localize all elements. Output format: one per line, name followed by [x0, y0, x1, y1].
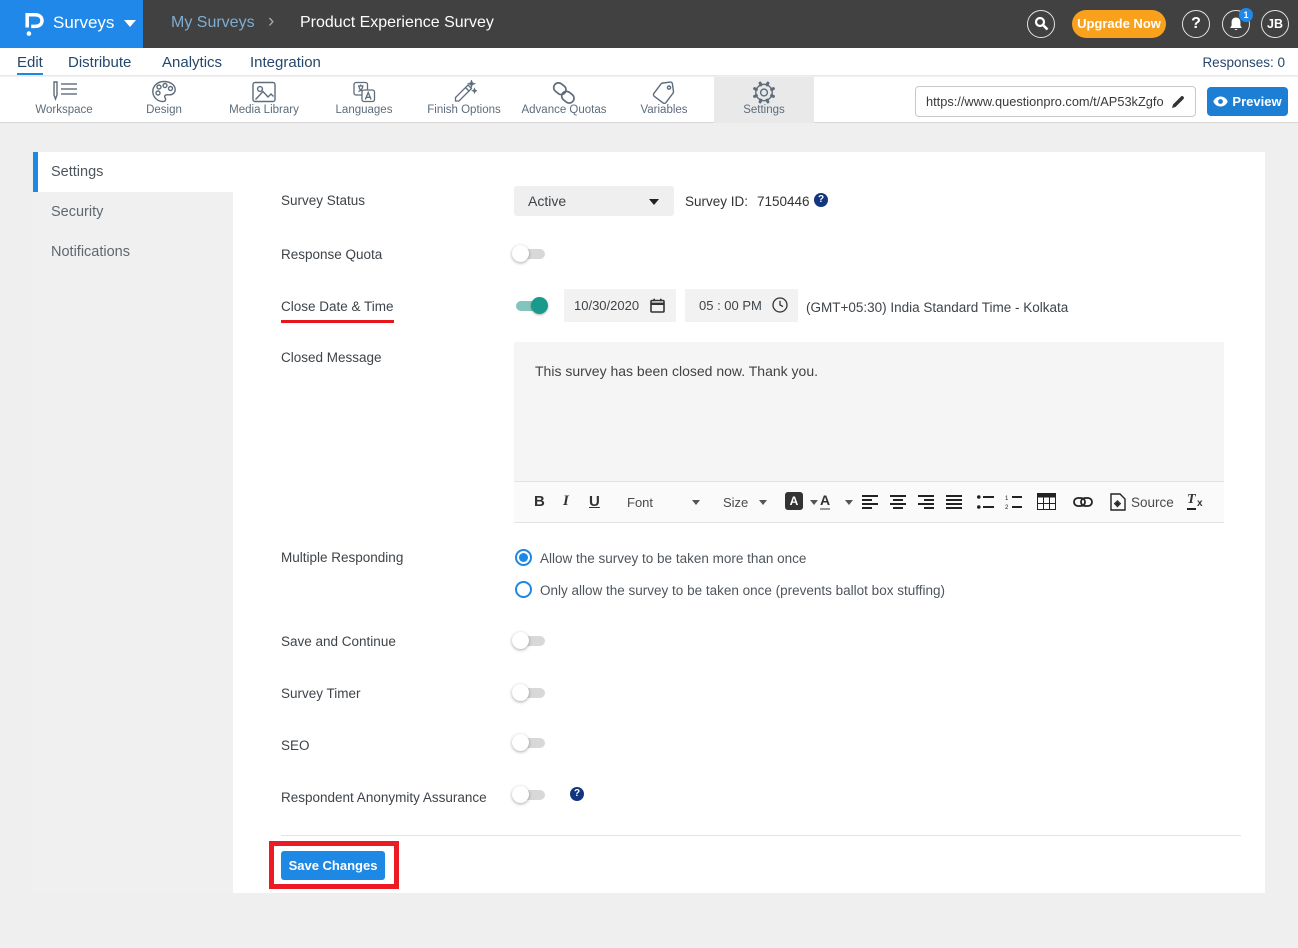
svg-text:◈: ◈: [1113, 498, 1122, 508]
svg-text:2: 2: [1005, 505, 1009, 509]
svg-text:1: 1: [1005, 496, 1009, 502]
